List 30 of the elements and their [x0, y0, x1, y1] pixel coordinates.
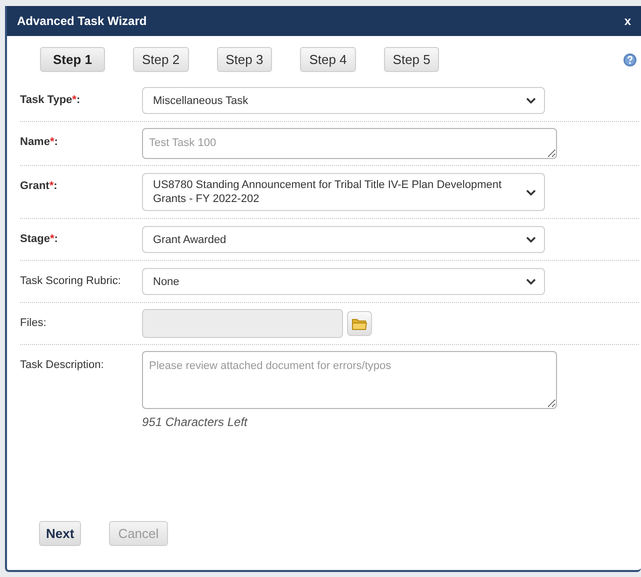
dropdown[interactable]: US8780 Standing Announcement for Tribal Title IV-E Plan Development Grants - FY 2022-202 — [142, 173, 545, 211]
chevron-down-icon — [526, 278, 536, 285]
dialog-title: Advanced Task Wizard — [17, 13, 147, 30]
dropdown[interactable]: Miscellaneous Task — [142, 87, 545, 114]
field-label: Name*: — [20, 135, 59, 150]
field-label: Task Scoring Rubric: — [20, 274, 122, 289]
step-tab[interactable]: Step 2 — [133, 47, 189, 72]
close-button[interactable]: x — [624, 12, 631, 30]
dropdown[interactable]: Grant Awarded — [142, 226, 545, 253]
chevron-down-icon — [526, 97, 536, 104]
description-input[interactable]: Please review attached document for errors/typos — [142, 351, 557, 409]
character-counter: 951 Characters Left — [142, 414, 249, 431]
browse-button[interactable] — [347, 311, 372, 336]
help-icon[interactable] — [623, 52, 637, 66]
step-tab[interactable]: Step 5 — [384, 47, 440, 72]
file-path-field[interactable] — [142, 309, 343, 338]
wizard-button[interactable]: Next — [39, 521, 82, 546]
dropdown[interactable]: None — [142, 268, 545, 295]
folder-icon — [352, 318, 367, 330]
step-tab[interactable]: Step 3 — [216, 47, 272, 72]
chevron-down-icon — [526, 188, 536, 196]
step-tab[interactable]: Step 4 — [300, 47, 356, 72]
field-label: Files: — [20, 316, 48, 331]
field-label: Task Description: — [20, 358, 105, 373]
field-label: Stage*: — [20, 232, 59, 247]
field-label: Grant*: — [20, 179, 58, 194]
step-tab[interactable]: Step 1 — [40, 47, 106, 72]
name-input[interactable]: Test Task 100 — [142, 128, 557, 159]
field-label: Task Type*: — [20, 93, 82, 108]
chevron-down-icon — [526, 236, 536, 243]
